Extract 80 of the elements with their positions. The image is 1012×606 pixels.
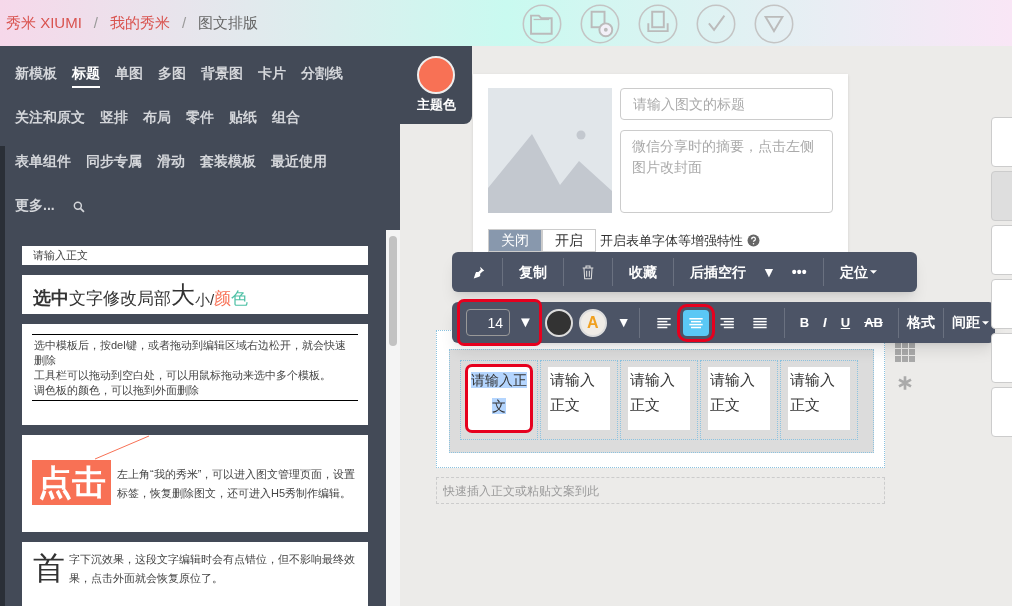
title-field[interactable]: 请输入图文的标题 [620,88,833,120]
highlight-dropdown[interactable]: ▼ [616,312,631,333]
callout-template[interactable]: 点击 左上角“我的秀米”，可以进入图文管理页面，设置标签，恢复删除图文，还可进入H5秀制作编辑。 [22,435,368,532]
toolbar-button[interactable]: ••• [791,261,807,283]
breadcrumb-separator: / [182,12,187,33]
caret-icon [869,270,877,274]
text-template[interactable]: 请输入正文 [22,246,368,265]
side-button[interactable] [991,333,1012,383]
checkmark-icon[interactable] [696,4,736,44]
dropdown-button[interactable]: 间距 [951,312,989,333]
toolbar-button[interactable]: 收藏 [629,261,657,283]
pin-icon[interactable] [472,265,486,279]
category-tab[interactable]: 贴纸 [229,106,257,132]
toggle-option[interactable]: 开启 [542,229,596,252]
triangle-down-icon[interactable] [754,4,794,44]
toggle-label: 开启表单字体等增强特性 [600,231,743,250]
text-cell[interactable]: 请输入正文 [468,367,530,430]
category-tab[interactable]: 单图 [115,62,143,88]
document-disc-icon[interactable] [580,4,620,44]
scrollbar[interactable] [386,230,400,606]
text-template[interactable]: 选中文字修改局部大小/颜色 [22,275,368,314]
category-tab[interactable]: 新模板 [15,62,57,88]
category-tab[interactable]: 卡片 [258,62,286,88]
format-italic-button[interactable]: I [820,312,830,333]
side-button[interactable] [991,117,1012,167]
dropcap-text: 字下沉效果，这段文字编辑时会有点错位，但不影响最终效果，点击外面就会恢复原位了。 [69,552,356,586]
dropdown-button[interactable]: 定位 [839,261,877,283]
text-cell[interactable]: 请输入正文 [548,367,610,430]
side-button[interactable] [991,279,1012,329]
text-cell[interactable]: 请输入正文 [788,367,850,430]
quick-insert-field[interactable]: 快速插入正文或粘贴文案到此 [436,477,885,504]
drop-cap: 首 [33,550,65,586]
category-tab[interactable]: 分割线 [301,62,343,88]
category-tab[interactable]: 最近使用 [271,150,327,176]
toolbar-button[interactable]: 后插空行 [690,261,746,283]
category-tab[interactable]: 背景图 [201,62,243,88]
notes-line: 调色板的颜色，可以拖到外面删除 [34,383,200,398]
format-bold-button[interactable]: B [796,312,813,333]
folder-icon[interactable] [522,4,562,44]
asterisk-icon[interactable] [897,375,913,391]
badge-label: 点击 [32,460,111,505]
help-icon [747,234,760,247]
search-icon[interactable] [71,200,86,214]
notes-template[interactable]: 选中模板后，按del键，或者拖动到编辑区域右边松开，就会快速删除 工具栏可以拖动到空白处，可以用鼠标拖动来选中多个模板。 调色板的颜色，可以拖到外面删除 [22,324,368,425]
category-tab[interactable]: 零件 [186,106,214,132]
trash-icon[interactable] [580,263,596,281]
category-tab[interactable]: 关注和原文 [15,106,85,132]
side-button[interactable] [991,225,1012,275]
toolbar-button[interactable]: 格式 [906,312,935,333]
category-tab[interactable]: 标题 [72,62,100,88]
text-cell[interactable]: 请输入正文 [628,367,690,430]
text-cell[interactable]: 请输入正文 [708,367,770,430]
category-tab[interactable]: 同步专属 [86,150,142,176]
side-button[interactable] [991,387,1012,437]
category-tab[interactable]: 布局 [143,106,171,132]
notes-line: 工具栏可以拖动到空白处，可以用鼠标拖动来选中多个模板。 [34,368,332,383]
category-tab[interactable]: 更多... [15,194,55,220]
grid-icon[interactable] [895,342,915,362]
category-tab[interactable]: 组合 [272,106,300,132]
leader-line [94,435,150,460]
category-tab[interactable]: 竖排 [100,106,128,132]
category-tab[interactable]: 套装模板 [200,150,256,176]
notes-line: 选中模板后，按del键，或者拖动到编辑区域右边松开，就会快速删除 [34,338,347,368]
toolbar-button[interactable]: ▼ [762,261,776,283]
summary-field[interactable]: 微信分享时的摘要，点击左侧图片改封面 [620,130,833,213]
format-underline-button[interactable]: U [837,312,854,333]
category-tab[interactable]: 滑动 [157,150,185,176]
toolbar-button[interactable]: 复制 [519,261,547,283]
image-placeholder-icon[interactable] [488,88,612,213]
page-title: 图文排版 [198,12,259,33]
font-size-field[interactable]: 14 [466,309,510,336]
category-tab[interactable]: 表单组件 [15,150,71,176]
category-tab[interactable]: 多图 [158,62,186,88]
theme-color-swatch[interactable] [417,56,455,94]
text-color-swatch[interactable] [544,308,573,337]
format-strike-button[interactable]: AB [861,312,886,333]
document-tray-icon[interactable] [638,4,678,44]
theme-color-label: 主题色 [416,96,456,114]
breadcrumb-separator: / [93,12,98,33]
callout-text: 左上角“我的秀米”，可以进入图文管理页面，设置标签，恢复删除图文，还可进入H5秀制作编辑。 [117,467,357,501]
